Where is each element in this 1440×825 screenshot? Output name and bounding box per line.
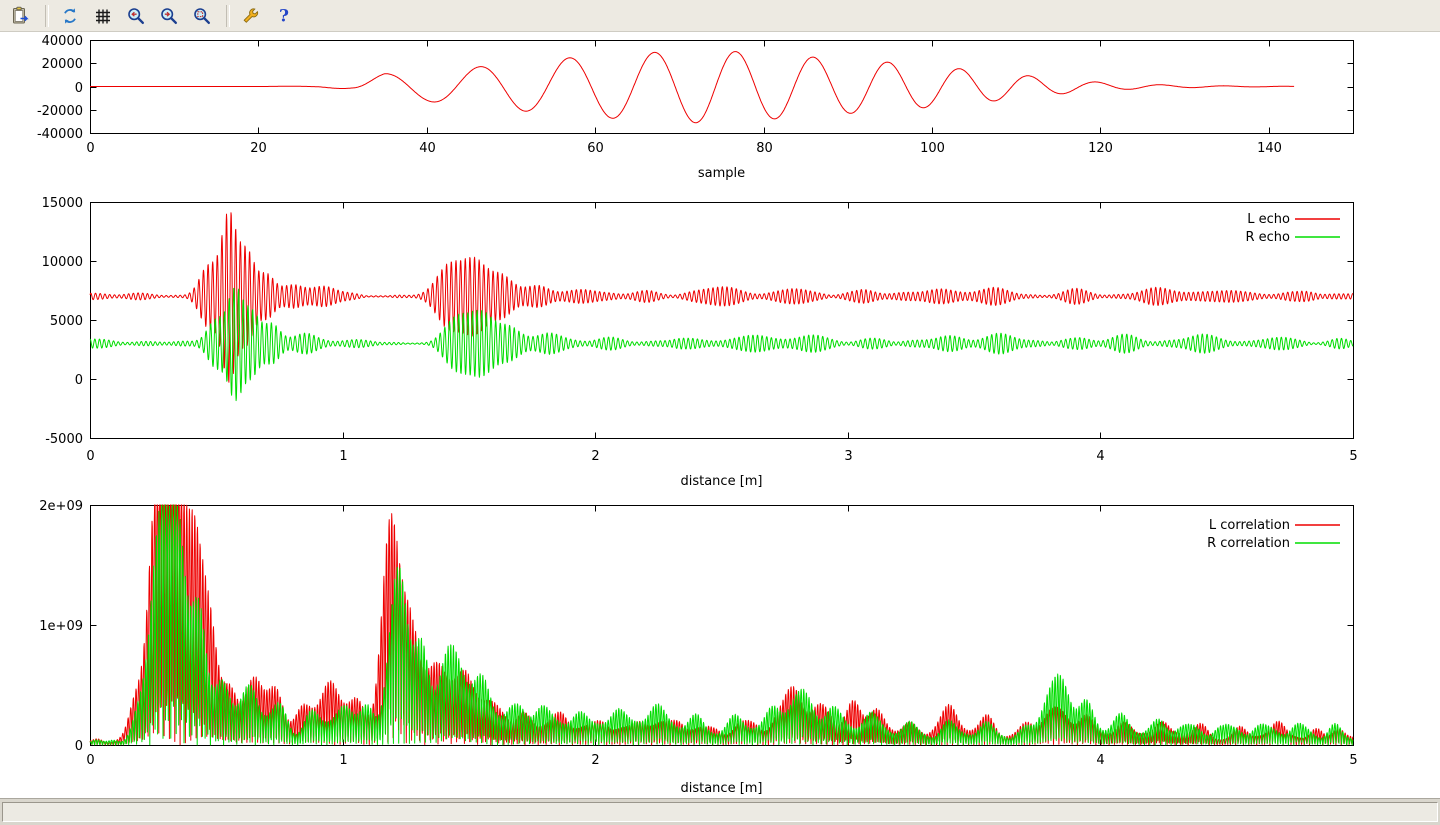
legend-label-l-echo: L echo xyxy=(1247,212,1290,227)
x-tick-label: 120 xyxy=(1088,141,1113,156)
config-wrench-icon xyxy=(241,6,261,26)
series-line-l-correlation xyxy=(90,505,1353,745)
status-bar xyxy=(0,798,1440,825)
zoom-previous-icon xyxy=(126,6,146,26)
x-tick-label: 4 xyxy=(1096,753,1104,768)
y-tick-label: 1e+09 xyxy=(39,619,83,634)
x-tick-label: 1 xyxy=(339,449,347,464)
zoom-previous-button[interactable] xyxy=(121,2,151,30)
chart3-xlabel: distance [m] xyxy=(90,781,1353,796)
autoscale-icon xyxy=(192,6,212,26)
plot-area-chart2[interactable] xyxy=(91,203,1354,439)
x-tick-label: 40 xyxy=(419,141,436,156)
toolbar-separator xyxy=(45,5,49,27)
copy-to-clipboard-icon xyxy=(11,6,31,26)
x-tick-label: 80 xyxy=(756,141,773,156)
plot-canvas[interactable]: 020406080100120140-40000-200000200004000… xyxy=(0,33,1440,798)
x-tick-label: 0 xyxy=(86,753,94,768)
toolbar: ? xyxy=(0,0,1440,32)
series-line-l-echo xyxy=(90,213,1353,382)
x-tick-label: 140 xyxy=(1257,141,1282,156)
y-tick-label: 5000 xyxy=(50,314,83,329)
y-tick-label: -5000 xyxy=(45,432,83,447)
x-tick-label: 100 xyxy=(920,141,945,156)
plot-surface: 020406080100120140-40000-200000200004000… xyxy=(0,33,1440,798)
chart2-xlabel: distance [m] xyxy=(90,474,1353,489)
chart1-xlabel: sample xyxy=(90,166,1353,181)
grid-icon xyxy=(93,6,113,26)
toolbar-separator xyxy=(226,5,230,27)
legend-label-r-echo: R echo xyxy=(1245,230,1290,245)
help-button[interactable]: ? xyxy=(269,2,299,30)
x-tick-label: 2 xyxy=(591,449,599,464)
y-tick-label: -20000 xyxy=(37,104,83,119)
zoom-next-button[interactable] xyxy=(154,2,184,30)
y-tick-label: 0 xyxy=(75,81,83,96)
x-tick-label: 1 xyxy=(339,753,347,768)
status-text xyxy=(2,802,1438,822)
y-tick-label: 2e+09 xyxy=(39,499,83,514)
copy-clipboard-button[interactable] xyxy=(6,2,36,30)
y-tick-label: -40000 xyxy=(37,127,83,142)
x-tick-label: 2 xyxy=(591,753,599,768)
x-tick-label: 3 xyxy=(844,449,852,464)
y-tick-label: 0 xyxy=(75,739,83,754)
replot-icon xyxy=(60,6,80,26)
x-tick-label: 5 xyxy=(1349,449,1357,464)
svg-text:?: ? xyxy=(279,6,289,26)
autoscale-button[interactable] xyxy=(187,2,217,30)
zoom-next-icon xyxy=(159,6,179,26)
y-tick-label: 10000 xyxy=(42,255,83,270)
legend-label-l-correlation: L correlation xyxy=(1209,518,1290,533)
y-tick-label: 0 xyxy=(75,373,83,388)
replot-button[interactable] xyxy=(55,2,85,30)
x-tick-label: 0 xyxy=(86,449,94,464)
y-tick-label: 20000 xyxy=(42,57,83,72)
x-tick-label: 60 xyxy=(587,141,604,156)
plot-area-chart1[interactable] xyxy=(91,41,1354,134)
x-tick-label: 0 xyxy=(86,141,94,156)
y-tick-label: 40000 xyxy=(42,34,83,49)
x-tick-label: 4 xyxy=(1096,449,1104,464)
toggle-grid-button[interactable] xyxy=(88,2,118,30)
x-tick-label: 20 xyxy=(250,141,267,156)
x-tick-label: 5 xyxy=(1349,753,1357,768)
series-line-chart1-series1 xyxy=(90,52,1294,123)
x-tick-label: 3 xyxy=(844,753,852,768)
config-button[interactable] xyxy=(236,2,266,30)
y-tick-label: 15000 xyxy=(42,196,83,211)
help-icon: ? xyxy=(274,6,294,26)
legend-label-r-correlation: R correlation xyxy=(1207,536,1290,551)
